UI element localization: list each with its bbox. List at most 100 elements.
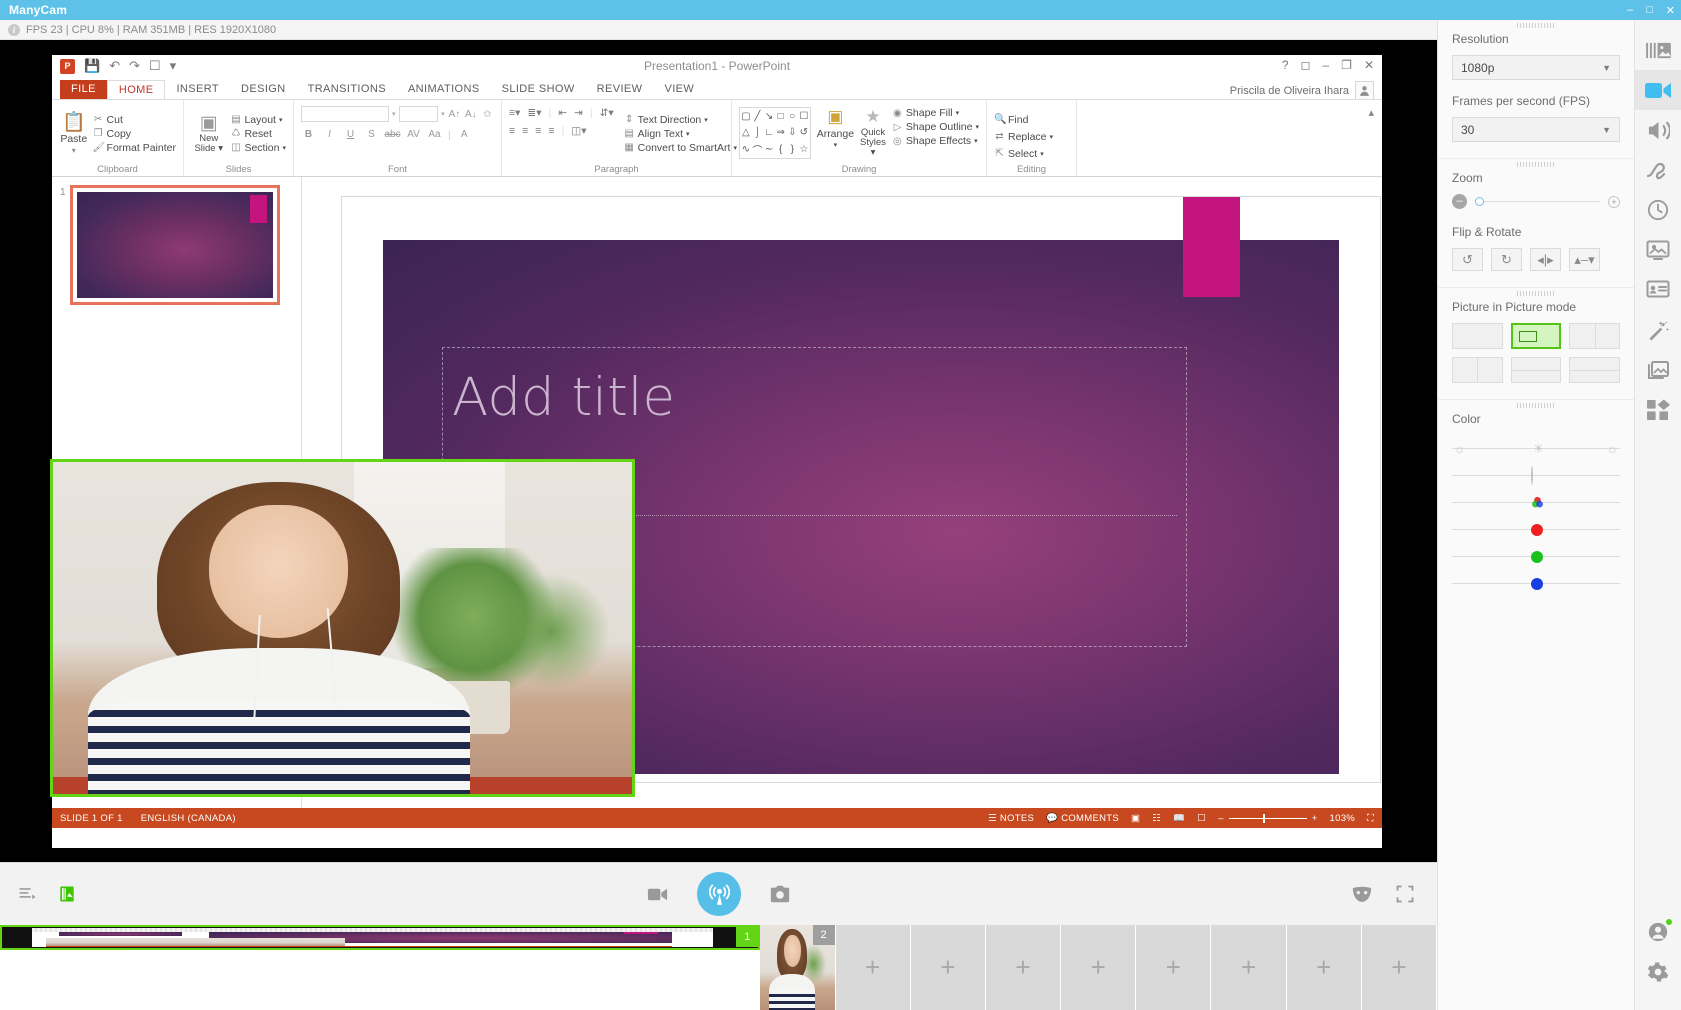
layout-button[interactable]: ▤ Layout ▾ <box>230 114 286 126</box>
drag-grip-icon[interactable] <box>1517 162 1555 167</box>
add-source-icon[interactable]: + <box>1091 952 1106 983</box>
tab-transitions[interactable]: TRANSITIONS <box>297 80 397 99</box>
source-thumb-4[interactable]: + <box>910 925 986 1010</box>
webcam-pip-layer[interactable] <box>50 459 635 797</box>
ppt-minimize-icon[interactable]: – <box>1322 58 1329 72</box>
slide-title-text[interactable]: Add title <box>452 367 675 428</box>
maximize-button[interactable]: □ <box>1646 4 1653 16</box>
rounded-rect-shape-icon[interactable]: ☐ <box>799 111 808 122</box>
video-rail-icon[interactable] <box>1634 70 1681 110</box>
replace-button[interactable]: ⇄ Replace ▾ <box>994 131 1069 143</box>
numbering-icon[interactable]: ≣▾ <box>527 107 541 119</box>
find-button[interactable]: 🔍 Find <box>994 114 1069 126</box>
right-arrow-shape-icon[interactable]: ⇒ <box>776 127 784 138</box>
increase-font-size-button[interactable]: A↑ <box>448 107 461 122</box>
backgrounds-rail-icon[interactable] <box>1635 350 1681 390</box>
font-color-button[interactable]: A <box>457 127 472 142</box>
close-button[interactable]: ✕ <box>1666 4 1675 17</box>
mask-icon[interactable] <box>1351 885 1373 904</box>
contrast-knob[interactable] <box>1530 465 1533 485</box>
zoom-slider[interactable]: – + <box>1218 813 1317 824</box>
cut-button[interactable]: ✂ Cut <box>93 114 176 126</box>
drag-grip-icon[interactable] <box>1517 23 1555 28</box>
chroma-key-rail-icon[interactable] <box>1635 230 1681 270</box>
rotate-left-icon[interactable]: ↺ <box>1452 248 1483 271</box>
right-brace-shape-icon[interactable]: } <box>791 144 794 155</box>
blue-knob[interactable] <box>1530 577 1543 590</box>
video-preview-stage[interactable]: P 💾 ↶ ↷ ☐ ▾ Presentation1 - PowerPoint ?… <box>0 40 1437 862</box>
source-thumb-10[interactable]: + <box>1361 925 1437 1010</box>
audio-rail-icon[interactable] <box>1635 110 1681 150</box>
contrast-slider[interactable] <box>1452 462 1620 489</box>
add-source-icon[interactable]: + <box>1241 952 1256 983</box>
sun-icon[interactable]: ☼ <box>1606 441 1618 456</box>
zoom-knob[interactable] <box>1475 197 1484 206</box>
corner-shape-icon[interactable]: ⌡ <box>754 127 760 138</box>
strikethrough-button[interactable]: abc <box>384 127 400 142</box>
slide-accent-shape[interactable] <box>1183 197 1240 297</box>
normal-view-icon[interactable]: ▣ <box>1131 813 1140 824</box>
align-text-button[interactable]: ▤ Align Text ▾ <box>624 128 737 140</box>
zoom-out-button[interactable]: – <box>1218 813 1224 824</box>
text-direction-button[interactable]: ⇕ Text Direction ▾ <box>624 114 737 126</box>
source-thumb-2[interactable]: 2 <box>760 925 836 1010</box>
align-center-icon[interactable]: ≡ <box>522 125 528 137</box>
zoom-out-button[interactable]: – <box>1452 194 1467 209</box>
clear-formatting-icon[interactable]: ✩ <box>481 107 494 122</box>
add-source-icon[interactable]: + <box>865 952 880 983</box>
quick-styles-button[interactable]: ★ Quick Styles ▾ <box>860 107 886 158</box>
new-slide-button[interactable]: ▣ New Slide ▾ <box>191 103 226 164</box>
shape-effects-button[interactable]: ◎ Shape Effects ▾ <box>892 135 979 147</box>
columns-icon[interactable]: ◫▾ <box>571 125 586 137</box>
rectangle-shape-icon[interactable]: □ <box>778 111 784 122</box>
lower-third-rail-icon[interactable] <box>1635 270 1681 310</box>
pip-mode-overlay[interactable] <box>1510 323 1562 349</box>
add-source-icon[interactable]: + <box>1316 952 1331 983</box>
blue-slider[interactable] <box>1452 570 1620 597</box>
source-thumb-5[interactable]: + <box>985 925 1062 1010</box>
pip-mode-split-horizontal[interactable] <box>1510 357 1562 383</box>
zoom-knob[interactable] <box>1263 813 1265 823</box>
settings-rail-icon[interactable] <box>1635 952 1681 992</box>
sun-icon[interactable]: ☼ <box>1454 441 1466 456</box>
source-thumb-7[interactable]: + <box>1136 925 1212 1010</box>
tab-animations[interactable]: ANIMATIONS <box>397 80 491 99</box>
tab-slide-show[interactable]: SLIDE SHOW <box>491 80 586 99</box>
down-arrow-shape-icon[interactable]: ⇩ <box>788 127 796 138</box>
sun-icon[interactable]: ☀ <box>1533 441 1545 457</box>
zoom-in-button[interactable]: + <box>1608 195 1620 208</box>
rotate-right-icon[interactable]: ↻ <box>1491 248 1522 271</box>
zoom-in-button[interactable]: + <box>1312 813 1318 824</box>
rgb-icon[interactable] <box>1531 496 1544 509</box>
pip-mode-stacked[interactable] <box>1569 357 1620 383</box>
align-left-icon[interactable]: ≡ <box>509 125 515 137</box>
drag-grip-icon[interactable] <box>1517 403 1555 408</box>
italic-button[interactable]: I <box>322 127 337 142</box>
tab-review[interactable]: REVIEW <box>586 80 654 99</box>
fit-slide-icon[interactable]: ⛶ <box>1367 813 1374 824</box>
drag-grip-icon[interactable] <box>1517 291 1555 296</box>
line-spacing-icon[interactable]: ⇵▾ <box>600 107 614 119</box>
source-thumb-3[interactable]: + <box>835 925 911 1010</box>
overlays-rail-icon[interactable] <box>1635 390 1681 430</box>
freeform-shape-icon[interactable]: ∿ <box>742 144 750 155</box>
triangle-shape-icon[interactable]: △ <box>742 127 750 138</box>
reset-button[interactable]: ♺ Reset <box>230 128 286 140</box>
slide-sorter-icon[interactable]: ☷ <box>1152 813 1161 824</box>
section-button[interactable]: ◫ Section ▾ <box>230 142 286 154</box>
character-spacing-button[interactable]: AV <box>406 127 421 142</box>
arc-shape-icon[interactable]: ⌒ <box>752 142 762 157</box>
green-knob[interactable] <box>1530 550 1543 563</box>
help-icon[interactable]: ? <box>1282 58 1289 72</box>
playlist-icon[interactable] <box>18 885 37 904</box>
scheduler-rail-icon[interactable] <box>1635 190 1681 230</box>
tab-insert[interactable]: INSERT <box>165 80 230 99</box>
pip-mode-fullscreen[interactable] <box>1452 323 1503 349</box>
shape-fill-button[interactable]: ◉ Shape Fill ▾ <box>892 107 979 119</box>
collapse-ribbon-icon[interactable]: ▴ <box>1360 100 1382 125</box>
broadcast-button[interactable] <box>697 872 741 916</box>
change-case-button[interactable]: Aa <box>427 127 442 142</box>
draw-rail-icon[interactable] <box>1635 150 1681 190</box>
record-video-icon[interactable] <box>646 883 669 906</box>
saturation-slider[interactable] <box>1452 489 1620 516</box>
